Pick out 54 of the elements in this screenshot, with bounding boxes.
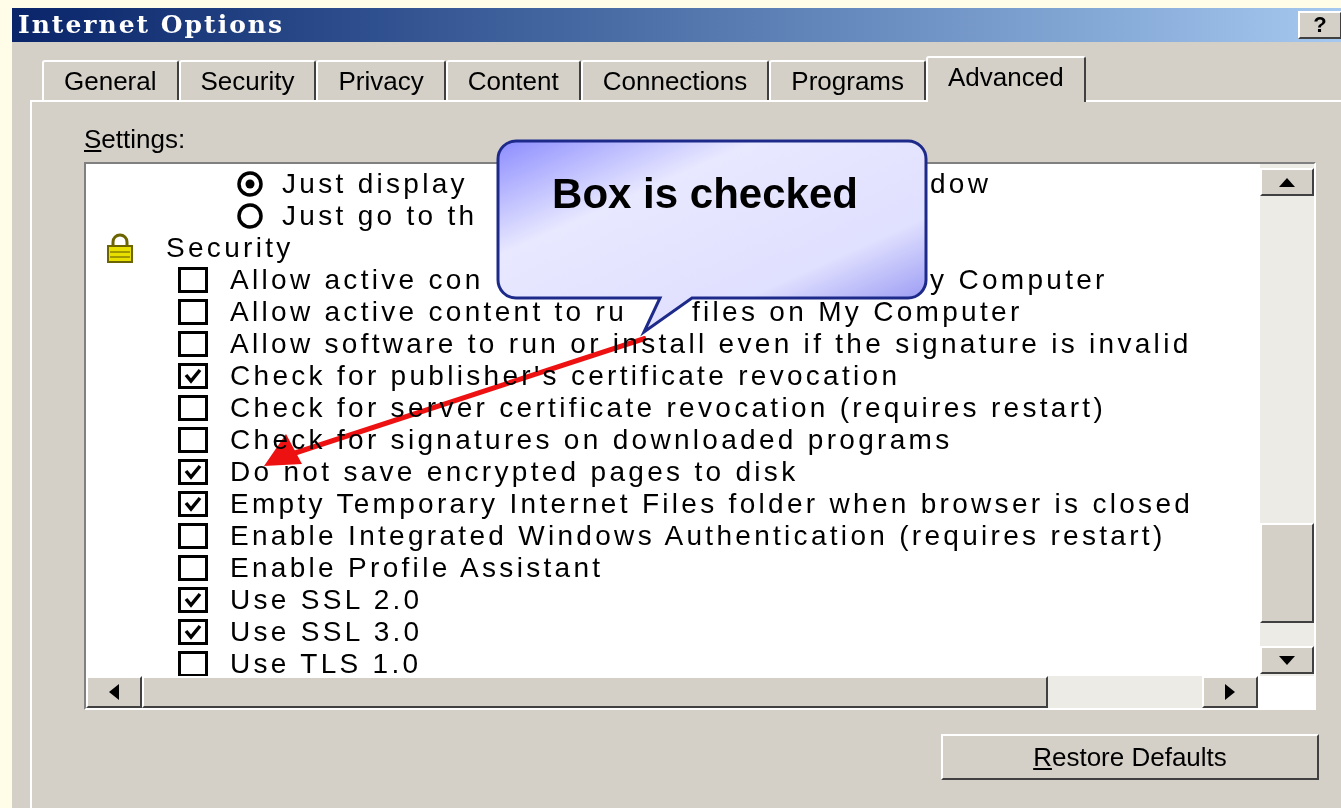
vertical-scrollbar[interactable] — [1260, 164, 1314, 676]
setting-label: Empty Temporary Internet Files folder when browser is closed — [230, 488, 1194, 520]
setting-label: Just go to th — [282, 200, 478, 232]
setting-label: Enable Profile Assistant — [230, 552, 604, 584]
callout-text: Box is checked — [551, 172, 859, 216]
checkbox[interactable] — [178, 555, 208, 581]
setting-label: y Computer — [930, 264, 1108, 296]
setting-label: Use SSL 2.0 — [230, 584, 423, 616]
checkbox[interactable] — [178, 491, 208, 517]
tab[interactable]: Connections — [580, 60, 770, 100]
checkbox[interactable] — [178, 395, 208, 421]
scroll-thumb[interactable] — [142, 676, 1048, 708]
tab[interactable]: General — [42, 60, 179, 100]
setting-label: Use SSL 3.0 — [230, 616, 423, 648]
lock-icon — [104, 233, 136, 263]
radio-button[interactable] — [236, 202, 264, 230]
tab[interactable]: Privacy — [316, 60, 446, 100]
tab[interactable]: Content — [445, 60, 581, 100]
setting-label: dow — [930, 168, 992, 200]
checkbox[interactable] — [178, 299, 208, 325]
setting-label: Just display — [282, 168, 468, 200]
checkbox[interactable] — [178, 331, 208, 357]
checkbox[interactable] — [178, 427, 208, 453]
tab[interactable]: Security — [178, 60, 317, 100]
setting-label: Enable Integrated Windows Authentication (requires restart) — [230, 520, 1166, 552]
scroll-thumb[interactable] — [1260, 523, 1314, 623]
scroll-left-button[interactable] — [86, 676, 142, 708]
window-title: Internet Options — [18, 9, 285, 42]
setting-label: Allow active content to ru — [230, 296, 628, 328]
radio-button[interactable] — [236, 170, 264, 198]
right-arrow-icon — [1225, 684, 1235, 700]
setting-label: Do not save encrypted pages to disk — [230, 456, 799, 488]
checkbox[interactable] — [178, 619, 208, 645]
setting-label: Use TLS 1.0 — [230, 648, 422, 676]
checkbox[interactable] — [178, 587, 208, 613]
left-arrow-icon — [109, 684, 119, 700]
scroll-down-button[interactable] — [1260, 646, 1314, 674]
horizontal-scrollbar[interactable] — [86, 676, 1258, 708]
restore-defaults-button[interactable]: Restore Defaults — [941, 734, 1319, 780]
checkbox[interactable] — [178, 267, 208, 293]
checkbox[interactable] — [178, 523, 208, 549]
scroll-right-button[interactable] — [1202, 676, 1258, 708]
tab[interactable]: Programs — [769, 60, 926, 100]
setting-label: Allow active con — [230, 264, 484, 296]
group-label: Security — [166, 232, 294, 264]
down-arrow-icon — [1279, 655, 1295, 665]
scroll-up-button[interactable] — [1260, 168, 1314, 196]
help-button[interactable]: ? — [1298, 11, 1341, 39]
up-arrow-icon — [1279, 177, 1295, 187]
checkbox[interactable] — [178, 459, 208, 485]
settings-label: Settings: — [84, 124, 187, 154]
tab[interactable]: Advanced — [926, 56, 1086, 102]
checkbox[interactable] — [178, 363, 208, 389]
setting-label: files on My Computer — [692, 296, 1023, 328]
